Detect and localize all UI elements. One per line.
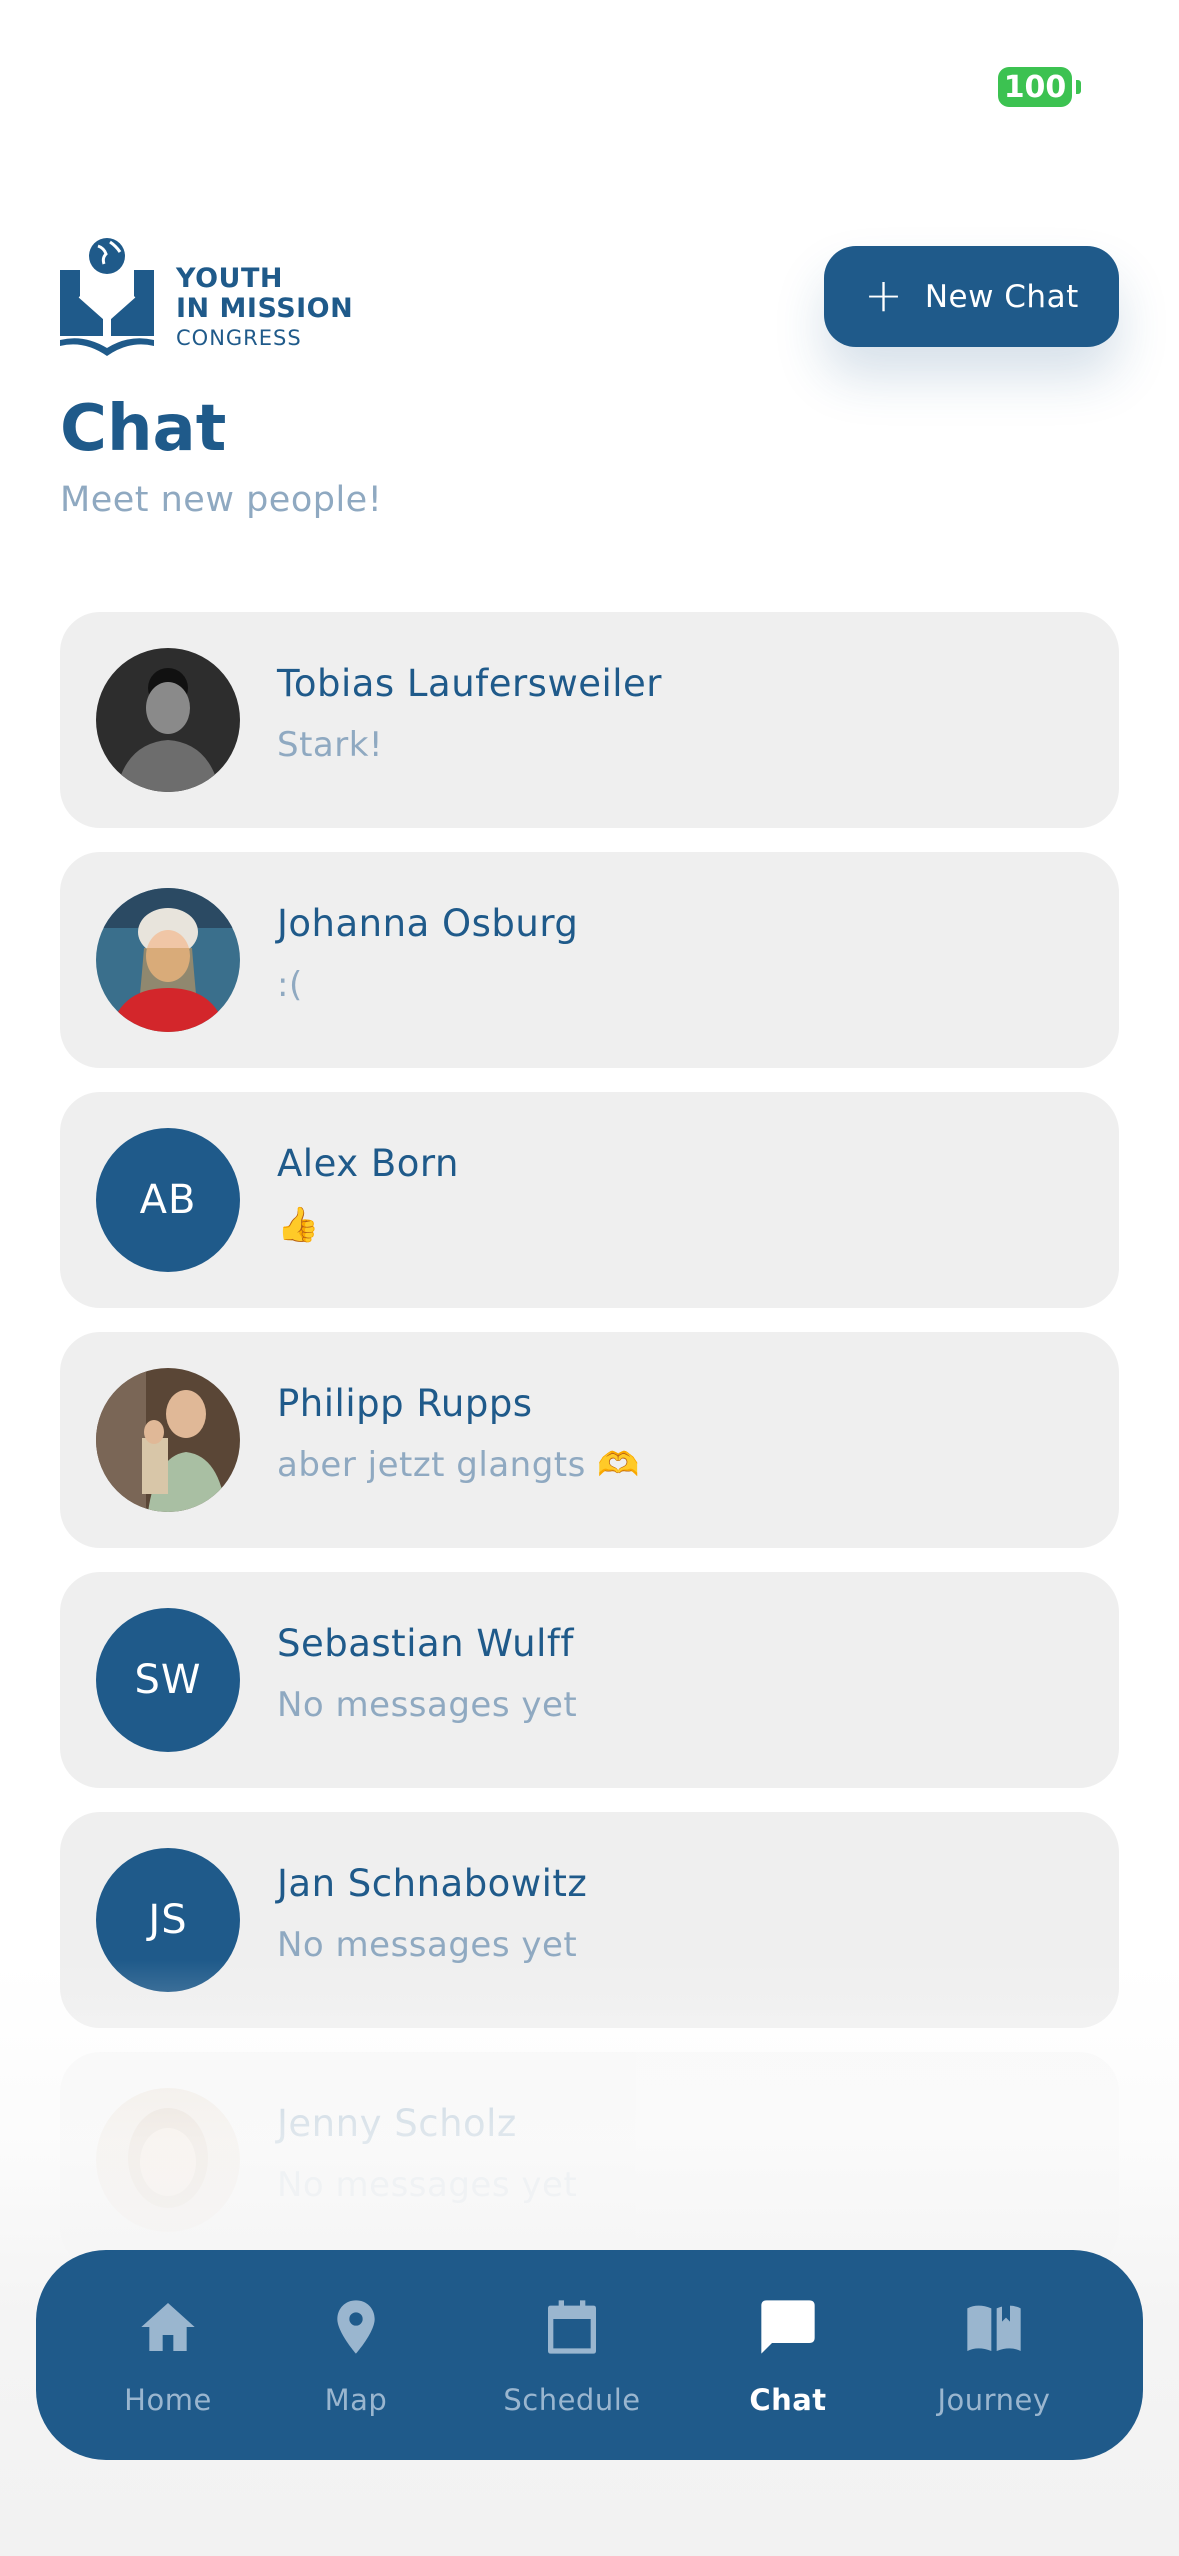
- avatar: [96, 2088, 240, 2232]
- tab-chat[interactable]: Chat: [698, 2295, 878, 2425]
- book-icon: [967, 2297, 1021, 2351]
- chat-preview: :(: [277, 965, 303, 1005]
- chat-preview: aber jetzt glangts 🫶: [277, 1445, 640, 1485]
- chat-name: Jan Schnabowitz: [277, 1862, 588, 1905]
- tab-label: Home: [124, 2383, 212, 2417]
- chat-item-tobias[interactable]: Tobias Laufersweiler Stark!: [60, 612, 1119, 828]
- avatar: [96, 888, 240, 1032]
- chat-preview: Stark!: [277, 725, 384, 765]
- youth-in-mission-logo: YOUTH IN MISSION CONGRESS: [58, 232, 358, 360]
- new-chat-button[interactable]: + New Chat: [824, 246, 1119, 347]
- tab-schedule[interactable]: Schedule: [482, 2295, 662, 2425]
- chat-icon: [761, 2300, 815, 2354]
- bottom-tab-bar: Home Map Schedule Chat Journey: [36, 2250, 1143, 2460]
- tab-map[interactable]: Map: [266, 2295, 446, 2425]
- avatar: JS: [96, 1848, 240, 1992]
- tab-label: Journey: [937, 2383, 1051, 2417]
- home-icon: [141, 2303, 195, 2351]
- avatar: [96, 1368, 240, 1512]
- chat-item-sebastian[interactable]: SW Sebastian Wulff No messages yet: [60, 1572, 1119, 1788]
- chat-item-jan[interactable]: JS Jan Schnabowitz No messages yet: [60, 1812, 1119, 2028]
- logo-line-in-mission: IN MISSION: [176, 293, 354, 324]
- page-subtitle: Meet new people!: [60, 480, 383, 520]
- tab-home[interactable]: Home: [78, 2295, 258, 2425]
- logo-line-congress: CONGRESS: [176, 326, 302, 350]
- logo-line-youth: YOUTH: [176, 263, 283, 294]
- chat-item-philipp[interactable]: Philipp Rupps aber jetzt glangts 🫶: [60, 1332, 1119, 1548]
- chat-item-jenny[interactable]: Jenny Scholz No messages yet: [60, 2052, 1119, 2268]
- plus-icon: +: [864, 267, 903, 322]
- status-bar: 100: [0, 0, 1179, 140]
- chat-item-johanna[interactable]: Johanna Osburg :(: [60, 852, 1119, 1068]
- chat-name: Philipp Rupps: [277, 1382, 533, 1425]
- chat-preview: No messages yet: [277, 2165, 578, 2205]
- chat-preview: No messages yet: [277, 1685, 578, 1725]
- page-title: Chat: [60, 392, 227, 466]
- battery-tip: [1076, 80, 1081, 94]
- logo-mark-icon: [60, 238, 154, 356]
- chat-name: Sebastian Wulff: [277, 1622, 574, 1665]
- battery-indicator: 100: [998, 67, 1072, 107]
- avatar: SW: [96, 1608, 240, 1752]
- avatar: [96, 648, 240, 792]
- tab-label: Map: [324, 2383, 388, 2417]
- chat-item-alex[interactable]: AB Alex Born 👍: [60, 1092, 1119, 1308]
- chat-name: Alex Born: [277, 1142, 459, 1185]
- map-pin-icon: [337, 2300, 375, 2354]
- tab-label: Chat: [749, 2383, 827, 2417]
- tab-label: Schedule: [503, 2383, 641, 2417]
- avatar: AB: [96, 1128, 240, 1272]
- chat-preview: 👍: [277, 1205, 320, 1245]
- chat-name: Johanna Osburg: [277, 902, 579, 945]
- tab-journey[interactable]: Journey: [904, 2295, 1084, 2425]
- chat-preview: No messages yet: [277, 1925, 578, 1965]
- logo-text: YOUTH IN MISSION CONGRESS: [176, 264, 353, 352]
- new-chat-label: New Chat: [924, 278, 1079, 315]
- chat-name: Tobias Laufersweiler: [277, 662, 663, 705]
- calendar-icon: [548, 2300, 596, 2354]
- chat-name: Jenny Scholz: [277, 2102, 517, 2145]
